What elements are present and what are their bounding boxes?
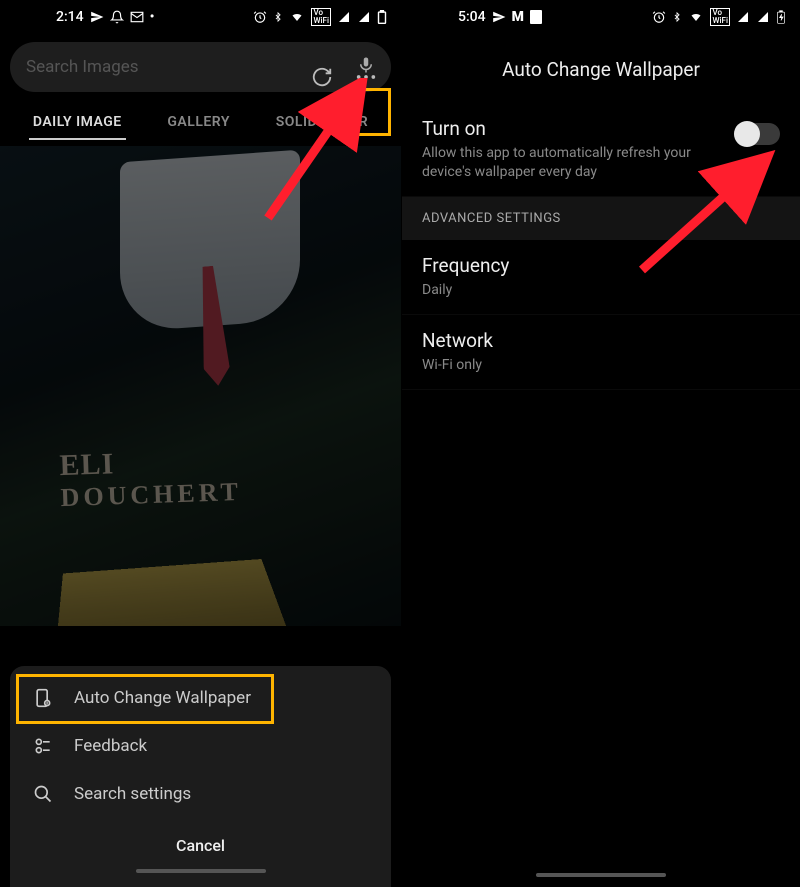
wifi-icon <box>289 11 305 23</box>
toggle-knob <box>734 121 760 147</box>
turn-on-toggle[interactable] <box>734 123 780 145</box>
status-bar: 2:14 • VoWiFi <box>0 0 401 34</box>
menu-search-settings[interactable]: Search settings <box>10 770 391 818</box>
menu-feedback[interactable]: Feedback <box>10 722 391 770</box>
status-dot-icon: • <box>150 9 155 25</box>
setting-value: Wi-Fi only <box>422 356 702 375</box>
battery-icon <box>377 10 387 24</box>
card-icon <box>530 10 542 24</box>
phone-right: 5:04 M VoWiFi Auto Change Wallpaper Turn… <box>402 0 800 887</box>
status-time: 5:04 <box>458 9 486 25</box>
phone-left: 2:14 • VoWiFi Search Images <box>0 0 402 887</box>
signal2-icon <box>756 11 770 23</box>
bottom-sheet: Auto Change Wallpaper Feedback Search se… <box>10 666 391 887</box>
nav-pill <box>136 869 266 873</box>
vowifi-icon: VoWiFi <box>710 8 730 26</box>
signal-icon <box>337 11 351 23</box>
setting-value: Daily <box>422 281 702 300</box>
bluetooth-icon <box>273 10 283 24</box>
annotation-arrow-icon <box>632 150 792 280</box>
nav-pill <box>536 873 666 877</box>
search-icon <box>32 784 54 804</box>
alarm-icon <box>652 10 666 24</box>
tab-gallery[interactable]: GALLERY <box>163 106 234 140</box>
tab-daily-image[interactable]: DAILY IMAGE <box>29 106 126 140</box>
send-icon <box>90 10 104 24</box>
bell-icon <box>110 10 124 24</box>
m-icon: M <box>512 9 524 25</box>
bluetooth-icon <box>672 10 682 24</box>
search-input[interactable]: Search Images <box>26 57 347 77</box>
status-bar: 5:04 M VoWiFi <box>402 0 800 34</box>
menu-label: Feedback <box>74 736 147 756</box>
cancel-button[interactable]: Cancel <box>10 818 391 861</box>
annotation-highlight-auto-change <box>16 674 274 724</box>
battery-charging-icon <box>776 10 786 24</box>
mail-icon <box>130 10 144 24</box>
setting-network[interactable]: Network Wi-Fi only <box>402 315 800 390</box>
signal2-icon <box>357 11 371 23</box>
vowifi-icon: VoWiFi <box>311 8 331 26</box>
setting-title: Network <box>422 329 780 352</box>
status-time: 2:14 <box>56 9 84 25</box>
feedback-icon <box>32 736 54 756</box>
page-title: Auto Change Wallpaper <box>402 34 800 103</box>
signal-icon <box>736 11 750 23</box>
setting-title: Turn on <box>422 117 702 140</box>
send-icon <box>492 10 506 24</box>
alarm-icon <box>253 10 267 24</box>
menu-label: Search settings <box>74 784 191 804</box>
wifi-icon <box>688 11 704 23</box>
annotation-arrow-icon <box>258 78 388 228</box>
